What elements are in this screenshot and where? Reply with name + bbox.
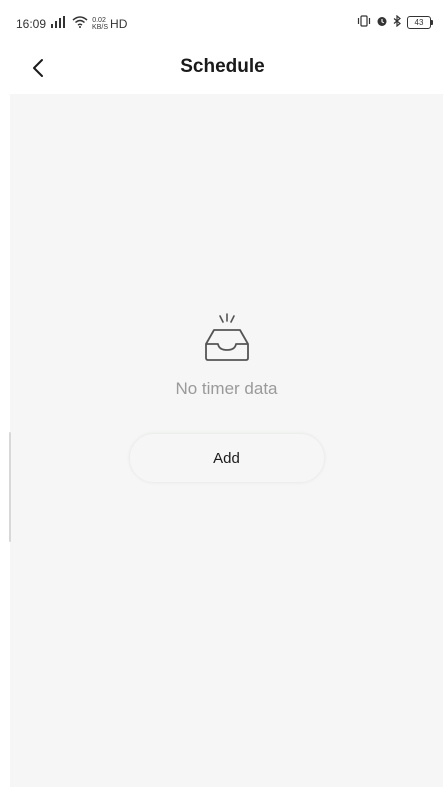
main-content: No timer data Add (10, 94, 443, 787)
add-button[interactable]: Add (128, 433, 325, 483)
status-right: 43 (357, 14, 433, 30)
empty-state: No timer data Add (10, 312, 443, 483)
vibrate-icon (357, 15, 371, 30)
net-speed-unit: KB/S (92, 23, 108, 31)
hd-label: HD (110, 16, 128, 31)
empty-message: No timer data (175, 379, 278, 398)
net-speed-value: 0.02 (92, 16, 106, 24)
signal-icon (50, 16, 68, 31)
bluetooth-icon (393, 14, 402, 30)
battery-icon: 43 (407, 16, 433, 29)
net-speed: 0.02 KB/S (92, 16, 108, 31)
status-left: 16:09 0.02 KB/S HD (16, 16, 127, 31)
empty-tray-icon (204, 313, 249, 361)
alarm-icon (376, 15, 388, 30)
status-time: 16:09 (16, 16, 47, 31)
edge-handle[interactable] (9, 432, 11, 542)
page-title: Schedule (180, 56, 265, 77)
header: Schedule (0, 42, 445, 94)
wifi-icon (72, 16, 88, 31)
status-bar: 16:09 0.02 KB/S HD 43 (0, 0, 445, 42)
